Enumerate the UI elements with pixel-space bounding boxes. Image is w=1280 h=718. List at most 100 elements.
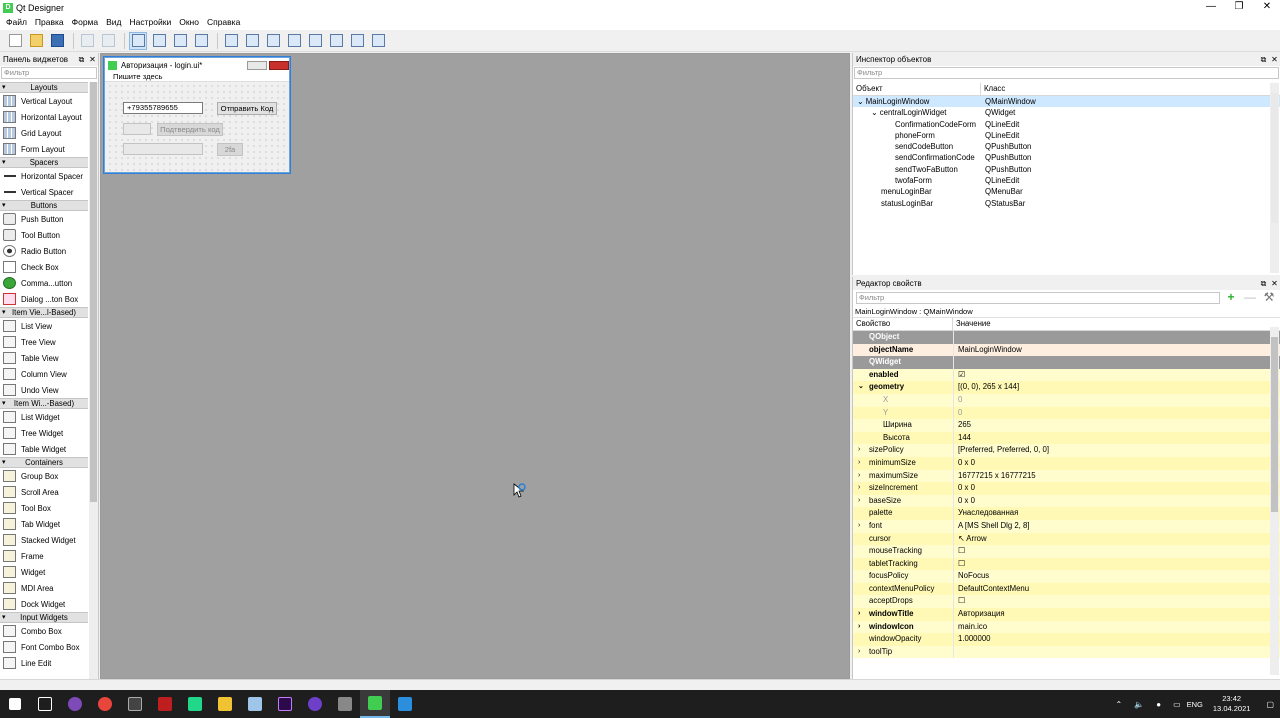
expand-arrow-icon[interactable]: › — [858, 444, 860, 456]
expand-arrow-icon[interactable]: › — [858, 608, 860, 620]
property-value[interactable]: 0 x 0 — [953, 482, 1280, 495]
widget-category-header[interactable]: Item Wi...-Based) — [0, 398, 88, 409]
property-value[interactable]: 0 — [953, 406, 1280, 420]
confirmation-code-input[interactable] — [123, 123, 151, 135]
close-icon[interactable]: ✕ — [87, 55, 98, 64]
windows-start-icon[interactable] — [0, 690, 30, 718]
widget-category-header[interactable]: Buttons — [0, 200, 88, 211]
object-tree-row[interactable]: statusLoginBar QStatusBar — [853, 198, 1280, 209]
widget-item[interactable]: Horizontal Spacer — [0, 168, 88, 184]
pycharm-icon[interactable] — [180, 690, 210, 718]
widget-item[interactable]: Tab Widget — [0, 516, 88, 532]
inspector-filter-input[interactable]: Фильтр — [854, 67, 1279, 79]
widget-item[interactable]: Combo Box — [0, 623, 88, 639]
property-value[interactable]: A [MS Shell Dlg 2, 8] — [953, 519, 1280, 533]
column-header-object[interactable]: Объект — [853, 83, 981, 95]
property-value[interactable] — [953, 356, 1280, 369]
network-icon[interactable]: ▭ — [1173, 700, 1181, 709]
menu-item[interactable]: Вид — [102, 15, 125, 30]
object-tree-row[interactable]: sendCodeButton QPushButton — [853, 141, 1280, 152]
float-icon[interactable]: ⧉ — [1258, 55, 1269, 65]
widget-item[interactable]: Widget — [0, 564, 88, 580]
qt-designer-task-icon[interactable] — [360, 690, 390, 718]
property-value[interactable]: main.ico — [953, 620, 1280, 634]
edit-tab-order-icon[interactable] — [192, 32, 210, 50]
property-row[interactable]: › toolTip — [853, 645, 1280, 659]
property-row[interactable]: ⌄ geometry [(0, 0), 265 x 144] — [853, 381, 1280, 394]
property-value[interactable]: 0 x 0 — [953, 494, 1280, 508]
property-row[interactable]: › sizePolicy [Preferred, Preferred, 0, 0] — [853, 444, 1280, 457]
widget-category-header[interactable]: Input Widgets — [0, 612, 88, 623]
property-row[interactable]: Высота 144 — [853, 431, 1280, 445]
send-to-back-icon[interactable] — [78, 32, 96, 50]
property-row[interactable]: X0 — [853, 393, 1280, 407]
object-tree-row[interactable]: phoneForm QLineEdit — [853, 130, 1280, 141]
viber-icon[interactable] — [60, 690, 90, 718]
widget-item[interactable]: Undo View — [0, 382, 88, 398]
scrollbar-thumb[interactable] — [1271, 337, 1278, 512]
expand-arrow-icon[interactable]: › — [858, 495, 860, 507]
widget-category-header[interactable]: Item Vie...l-Based) — [0, 307, 88, 318]
property-row[interactable]: acceptDrops ☐ — [853, 595, 1280, 609]
property-value[interactable]: 16777215 x 16777215 — [953, 469, 1280, 483]
object-tree-row[interactable]: menuLoginBar QMenuBar — [853, 186, 1280, 197]
widget-item[interactable]: Scroll Area — [0, 484, 88, 500]
widget-item[interactable]: Line Edit — [0, 655, 88, 671]
property-row[interactable]: Ширина 265 — [853, 419, 1280, 432]
expand-arrow-icon[interactable]: › — [858, 621, 860, 633]
object-tree-row[interactable]: ConfirmationCodeForm QLineEdit — [853, 119, 1280, 130]
property-value[interactable] — [953, 645, 1280, 659]
property-scrollbar[interactable] — [1270, 327, 1279, 675]
widget-item[interactable]: Font Combo Box — [0, 639, 88, 655]
widget-item[interactable]: Tree Widget — [0, 425, 88, 441]
object-tree-row[interactable]: twofaForm QLineEdit — [853, 175, 1280, 186]
property-checkbox[interactable]: ☑ — [953, 368, 1280, 382]
property-value[interactable] — [953, 331, 1280, 344]
property-value[interactable]: NoFocus — [953, 570, 1280, 583]
github-icon[interactable] — [300, 690, 330, 718]
app-icon[interactable] — [330, 690, 360, 718]
form-window[interactable]: Авторизация - login.ui* Пишите здесь +79… — [104, 57, 290, 173]
float-icon[interactable]: ⧉ — [1258, 279, 1269, 289]
menu-item[interactable]: Окно — [175, 15, 203, 30]
float-icon[interactable]: ⧉ — [76, 55, 87, 65]
widget-item[interactable]: MDI Area — [0, 580, 88, 596]
design-canvas[interactable]: Авторизация - login.ui* Пишите здесь +79… — [100, 53, 850, 679]
property-row[interactable]: cursor ↖ Arrow — [853, 532, 1280, 546]
widget-item[interactable]: Stacked Widget — [0, 532, 88, 548]
open-file-icon[interactable] — [27, 32, 45, 50]
widget-item[interactable]: Tool Box — [0, 500, 88, 516]
twofa-input[interactable] — [123, 143, 203, 155]
form-body[interactable]: +79355789655 Отправить Код Подтвердить к… — [107, 83, 287, 171]
property-row[interactable]: QObject — [853, 331, 1280, 344]
widget-category-header[interactable]: Layouts — [0, 82, 88, 93]
send-code-button[interactable]: Отправить Код — [217, 102, 277, 115]
widget-item[interactable]: Tool Button — [0, 227, 88, 243]
phone-input[interactable]: +79355789655 — [123, 102, 203, 114]
widget-item[interactable]: Frame — [0, 548, 88, 564]
property-checkbox[interactable]: ☐ — [953, 557, 1280, 571]
expand-arrow-icon[interactable]: ⌄ — [871, 108, 880, 117]
widget-category-header[interactable]: Spacers — [0, 157, 88, 168]
property-row[interactable]: › sizeIncrement 0 x 0 — [853, 482, 1280, 495]
property-row[interactable]: Y0 — [853, 406, 1280, 420]
terminal-icon[interactable] — [120, 690, 150, 718]
property-row[interactable]: › windowIcon main.ico — [853, 620, 1280, 634]
form-minimize-button[interactable] — [247, 60, 267, 70]
save-icon[interactable] — [48, 32, 66, 50]
property-value[interactable]: [Preferred, Preferred, 0, 0] — [953, 444, 1280, 457]
scrollbar-thumb[interactable] — [1271, 93, 1278, 223]
property-row[interactable]: contextMenuPolicy DefaultContextMenu — [853, 582, 1280, 596]
layout-horizontal-splitter-icon[interactable] — [264, 32, 282, 50]
widget-item[interactable]: Column View — [0, 366, 88, 382]
expand-arrow-icon[interactable]: › — [858, 457, 860, 469]
maximize-button[interactable]: ❐ — [1226, 0, 1252, 15]
object-tree-row[interactable]: ⌄ centralLoginWidget QWidget — [853, 107, 1280, 118]
property-row[interactable]: palette Унаследованная — [853, 507, 1280, 520]
file-explorer-icon[interactable] — [210, 690, 240, 718]
widget-item[interactable]: Check Box — [0, 259, 88, 275]
minimize-button[interactable]: — — [1198, 0, 1224, 15]
menu-item[interactable]: Форма — [68, 15, 103, 30]
object-tree-row[interactable]: sendTwoFaButton QPushButton — [853, 164, 1280, 175]
property-row[interactable]: › font A [MS Shell Dlg 2, 8] — [853, 519, 1280, 533]
